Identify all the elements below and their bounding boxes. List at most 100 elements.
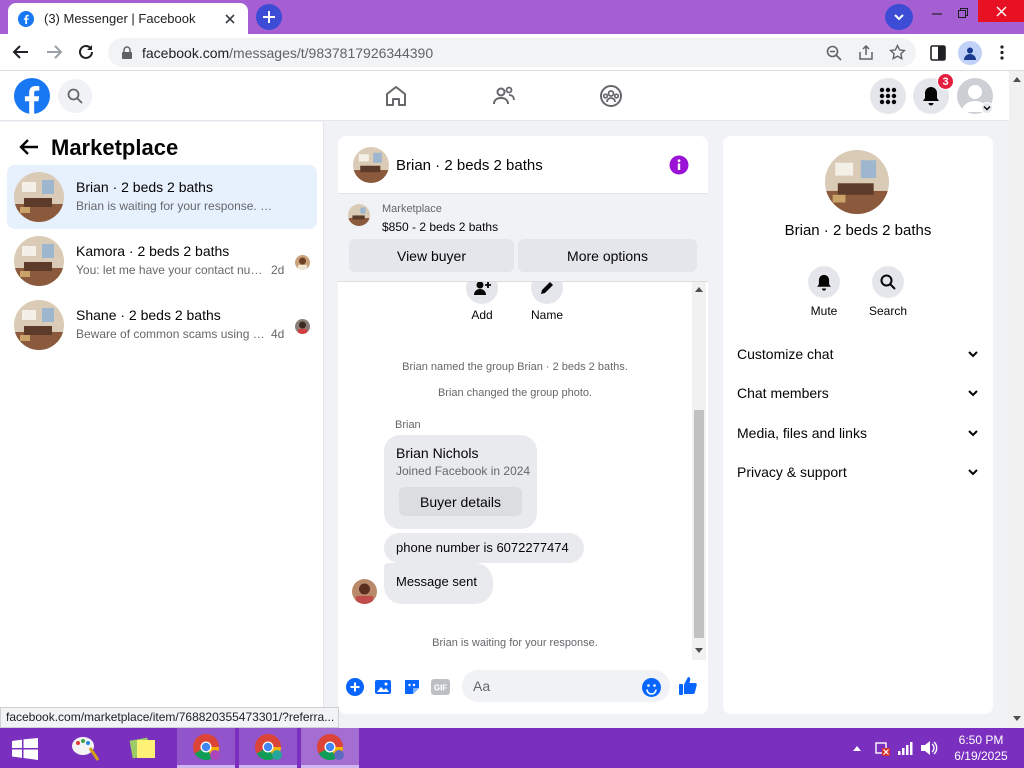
kebab-menu-icon[interactable] xyxy=(999,44,1005,61)
sticker-icon[interactable] xyxy=(403,678,421,696)
listing-source: Marketplace xyxy=(382,203,442,215)
participant-avatar xyxy=(295,319,310,334)
lock-icon[interactable] xyxy=(120,45,134,60)
back-arrow-icon[interactable] xyxy=(19,138,39,156)
taskbar-app-chrome-2[interactable] xyxy=(239,728,297,768)
profile-icon xyxy=(964,47,976,60)
search-button[interactable] xyxy=(58,79,92,113)
listing-thumbnail xyxy=(14,236,64,286)
chrome-icon xyxy=(193,733,220,760)
name-group-button[interactable] xyxy=(531,282,563,304)
windows-start-icon[interactable] xyxy=(12,738,38,760)
photo-icon[interactable] xyxy=(374,678,392,696)
mute-button[interactable]: Mute xyxy=(794,266,854,318)
chevron-down-icon xyxy=(968,351,978,358)
section-label: Chat members xyxy=(737,385,829,401)
bell-icon xyxy=(923,87,939,106)
side-panel-icon[interactable] xyxy=(930,45,946,61)
conversation-item[interactable]: Kamora · 2 beds 2 baths You: let me have… xyxy=(7,229,317,293)
scroll-down-icon[interactable] xyxy=(1013,716,1021,722)
browser-tab[interactable]: (3) Messenger | Facebook xyxy=(8,3,248,34)
menu-button[interactable] xyxy=(870,78,906,114)
privacy-support-row[interactable]: Privacy & support xyxy=(737,457,979,487)
view-buyer-button[interactable]: View buyer xyxy=(349,239,514,272)
more-options-button[interactable]: More options xyxy=(518,239,697,272)
forward-arrow-icon[interactable] xyxy=(45,43,63,61)
conversation-item[interactable]: Brian · 2 beds 2 baths Brian is waiting … xyxy=(7,165,317,229)
signal-icon[interactable] xyxy=(897,740,913,756)
section-label: Privacy & support xyxy=(737,464,847,480)
sender-avatar xyxy=(352,579,377,604)
listing-thumbnail xyxy=(14,172,64,222)
message-input[interactable]: Aa xyxy=(462,670,670,702)
network-warning-icon[interactable] xyxy=(874,740,890,756)
gif-icon[interactable]: GIF xyxy=(431,679,450,695)
info-icon[interactable] xyxy=(669,155,689,175)
address-bar[interactable]: facebook.com/messages/t/9837817926344390 xyxy=(108,38,916,67)
marketplace-listing-banner: Marketplace $850 - 2 beds 2 baths View b… xyxy=(338,194,708,282)
taskbar-app-notes[interactable] xyxy=(114,728,172,768)
chevron-down-icon xyxy=(983,106,991,111)
emoji-icon[interactable] xyxy=(642,678,661,697)
media-files-links-row[interactable]: Media, files and links xyxy=(737,418,979,448)
reload-icon[interactable] xyxy=(77,43,95,61)
home-icon[interactable] xyxy=(384,84,408,108)
minimize-icon xyxy=(932,13,942,15)
new-tab-button[interactable] xyxy=(256,4,282,30)
search-icon xyxy=(67,88,83,104)
groups-icon[interactable] xyxy=(599,84,623,108)
close-window-button[interactable] xyxy=(978,0,1024,22)
conversation-preview: Beware of common scams using pa... xyxy=(76,327,266,341)
profile-button[interactable] xyxy=(958,41,982,65)
conversation-item[interactable]: Shane · 2 beds 2 baths Beware of common … xyxy=(7,293,317,357)
chevron-down-icon xyxy=(968,469,978,476)
taskbar-app-chrome-3[interactable] xyxy=(301,728,359,768)
url-host: facebook.com xyxy=(142,44,230,61)
system-clock[interactable]: 6:50 PM 6/19/2025 xyxy=(946,732,1016,764)
minimize-button[interactable] xyxy=(924,0,950,26)
tray-expand-icon[interactable] xyxy=(853,745,861,751)
close-icon xyxy=(996,6,1006,16)
zoom-icon[interactable] xyxy=(826,45,842,61)
thumbs-up-icon[interactable] xyxy=(678,676,698,696)
link-status-bar: facebook.com/marketplace/item/7688203554… xyxy=(0,707,339,728)
chevron-down-icon xyxy=(894,14,904,21)
scroll-down-icon[interactable] xyxy=(695,648,703,654)
friends-icon[interactable] xyxy=(492,84,516,108)
bookmark-star-icon[interactable] xyxy=(889,44,906,61)
browser-toolbar: facebook.com/messages/t/9837817926344390 xyxy=(0,34,1024,71)
restore-button[interactable] xyxy=(950,0,976,26)
waiting-notice: Brian is waiting for your response. xyxy=(432,637,598,649)
buyer-details-button[interactable]: Buyer details xyxy=(399,487,522,516)
customize-chat-row[interactable]: Customize chat xyxy=(737,339,979,369)
chat-members-row[interactable]: Chat members xyxy=(737,378,979,408)
chat-scrollbar[interactable] xyxy=(692,282,706,660)
chat-panel: Brian · 2 beds 2 baths Marketplace $850 … xyxy=(338,136,708,714)
page-scrollbar[interactable] xyxy=(1009,71,1024,728)
pencil-icon xyxy=(541,282,553,294)
clock-time: 6:50 PM xyxy=(958,733,1004,747)
account-dropdown[interactable] xyxy=(981,102,993,114)
facebook-logo-icon[interactable] xyxy=(14,78,50,114)
section-label: Customize chat xyxy=(737,346,834,362)
svg-text:GIF: GIF xyxy=(434,684,447,693)
chat-title[interactable]: Brian · 2 beds 2 baths xyxy=(396,157,543,174)
chat-avatar[interactable] xyxy=(353,147,389,183)
share-icon[interactable] xyxy=(858,45,874,61)
volume-icon[interactable] xyxy=(920,740,938,756)
scroll-up-icon[interactable] xyxy=(695,286,703,292)
add-people-button[interactable] xyxy=(466,282,498,304)
listing-thumbnail xyxy=(348,204,370,226)
tab-search-button[interactable] xyxy=(885,4,913,30)
scrollbar-thumb[interactable] xyxy=(694,410,704,638)
buyer-name: Brian Nichols xyxy=(396,445,479,461)
taskbar-app-chrome-1[interactable] xyxy=(177,728,235,768)
conversation-name: Brian · 2 beds 2 baths xyxy=(76,179,213,195)
taskbar-app-paint[interactable] xyxy=(56,728,114,768)
search-in-chat-button[interactable]: Search xyxy=(858,266,918,318)
plus-circle-icon[interactable] xyxy=(346,678,364,696)
group-photo[interactable] xyxy=(825,150,889,214)
back-arrow-icon[interactable] xyxy=(12,43,30,61)
close-tab-icon[interactable] xyxy=(222,11,238,27)
scroll-up-icon[interactable] xyxy=(1013,76,1021,82)
